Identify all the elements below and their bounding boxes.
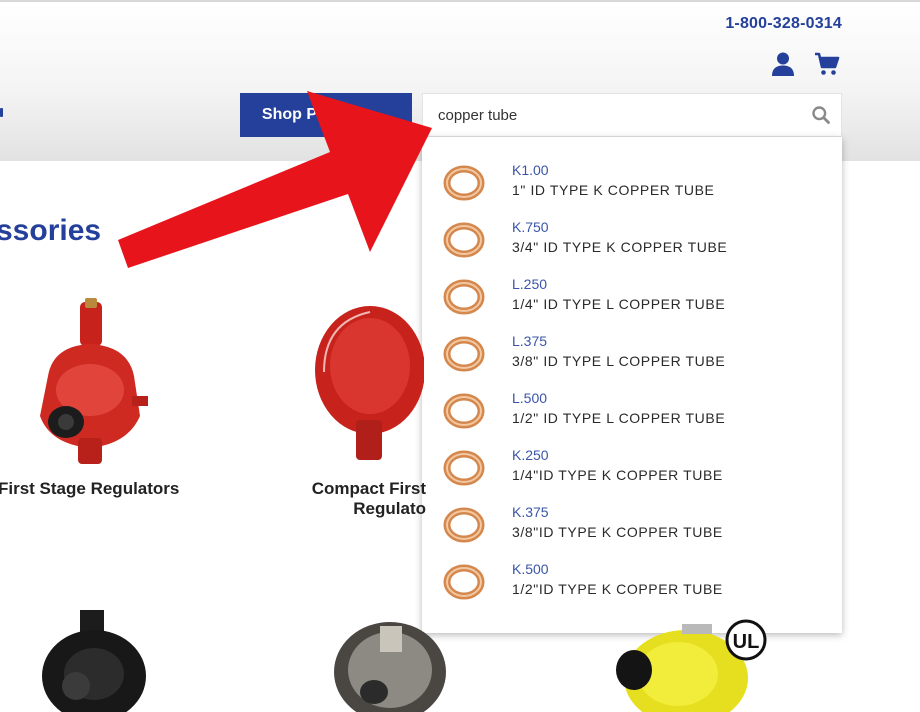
product-image-first-stage-regulator[interactable]: [28, 298, 153, 466]
suggestion-item[interactable]: L.500 1/2" ID TYPE L COPPER TUBE: [422, 385, 842, 442]
product-image-black-regulator[interactable]: [40, 610, 148, 712]
suggestion-description: 1" ID TYPE K COPPER TUBE: [512, 182, 715, 198]
search-box: [422, 93, 842, 137]
suggestion-item[interactable]: K.375 3/8"ID TYPE K COPPER TUBE: [422, 499, 842, 556]
suggestion-item[interactable]: L.375 3/8" ID TYPE L COPPER TUBE: [422, 328, 842, 385]
suggestion-code: L.375: [512, 333, 548, 349]
copper-tube-thumbnail: [443, 336, 485, 372]
suggestion-description: 1/2"ID TYPE K COPPER TUBE: [512, 581, 723, 597]
logo-fragment: [0, 108, 3, 117]
suggestion-code: K.250: [512, 447, 549, 463]
copper-tube-thumbnail: [443, 165, 485, 201]
suggestion-code: K.750: [512, 219, 549, 235]
suggestion-description: 3/4" ID TYPE K COPPER TUBE: [512, 239, 728, 255]
product-label-line: Compact First: [311, 479, 426, 498]
suggestion-description: 3/8" ID TYPE L COPPER TUBE: [512, 353, 726, 369]
product-image-compact-regulator[interactable]: [312, 302, 424, 462]
copper-tube-thumbnail: [443, 222, 485, 258]
search-icon[interactable]: [811, 105, 831, 125]
user-icon[interactable]: [770, 51, 796, 77]
phone-number[interactable]: 1-800-328-0314: [725, 15, 842, 33]
shop-products-label: Shop Products: [261, 106, 376, 123]
suggestion-item[interactable]: K1.00 1" ID TYPE K COPPER TUBE: [422, 157, 842, 214]
suggestion-item[interactable]: K.500 1/2"ID TYPE K COPPER TUBE: [422, 556, 842, 613]
shop-products-button[interactable]: Shop Products ⌄: [240, 93, 412, 137]
suggestion-description: 1/4"ID TYPE K COPPER TUBE: [512, 467, 723, 483]
suggestion-description: 1/2" ID TYPE L COPPER TUBE: [512, 410, 726, 426]
suggestion-code: K1.00: [512, 162, 549, 178]
suggestion-item[interactable]: L.250 1/4" ID TYPE L COPPER TUBE: [422, 271, 842, 328]
copper-tube-thumbnail: [443, 450, 485, 486]
category-title: ssories: [0, 214, 102, 247]
suggestion-code: L.500: [512, 390, 548, 406]
product-label[interactable]: Compact First Regulato: [302, 479, 426, 519]
product-image-gray-regulator[interactable]: [332, 612, 448, 712]
suggestion-code: K.375: [512, 504, 549, 520]
copper-tube-thumbnail: [443, 507, 485, 543]
suggestion-item[interactable]: K.750 3/4" ID TYPE K COPPER TUBE: [422, 214, 842, 271]
suggestion-code: L.250: [512, 276, 548, 292]
suggestion-description: 3/8"ID TYPE K COPPER TUBE: [512, 524, 723, 540]
product-label-line: Regulato: [353, 499, 426, 518]
copper-tube-thumbnail: [443, 564, 485, 600]
copper-tube-thumbnail: [443, 279, 485, 315]
search-input[interactable]: [423, 94, 803, 136]
chevron-down-icon: ⌄: [381, 110, 391, 122]
product-label[interactable]: First Stage Regulators: [0, 479, 179, 499]
suggestion-description: 1/4" ID TYPE L COPPER TUBE: [512, 296, 726, 312]
search-suggestions-dropdown: K1.00 1" ID TYPE K COPPER TUBE K.750 3/4…: [422, 137, 842, 633]
suggestion-code: K.500: [512, 561, 549, 577]
cart-icon[interactable]: [814, 51, 840, 77]
copper-tube-thumbnail: [443, 393, 485, 429]
product-image-yellow-regulator[interactable]: UL: [606, 618, 772, 712]
suggestion-item[interactable]: K.250 1/4"ID TYPE K COPPER TUBE: [422, 442, 842, 499]
svg-text:UL: UL: [733, 631, 760, 653]
